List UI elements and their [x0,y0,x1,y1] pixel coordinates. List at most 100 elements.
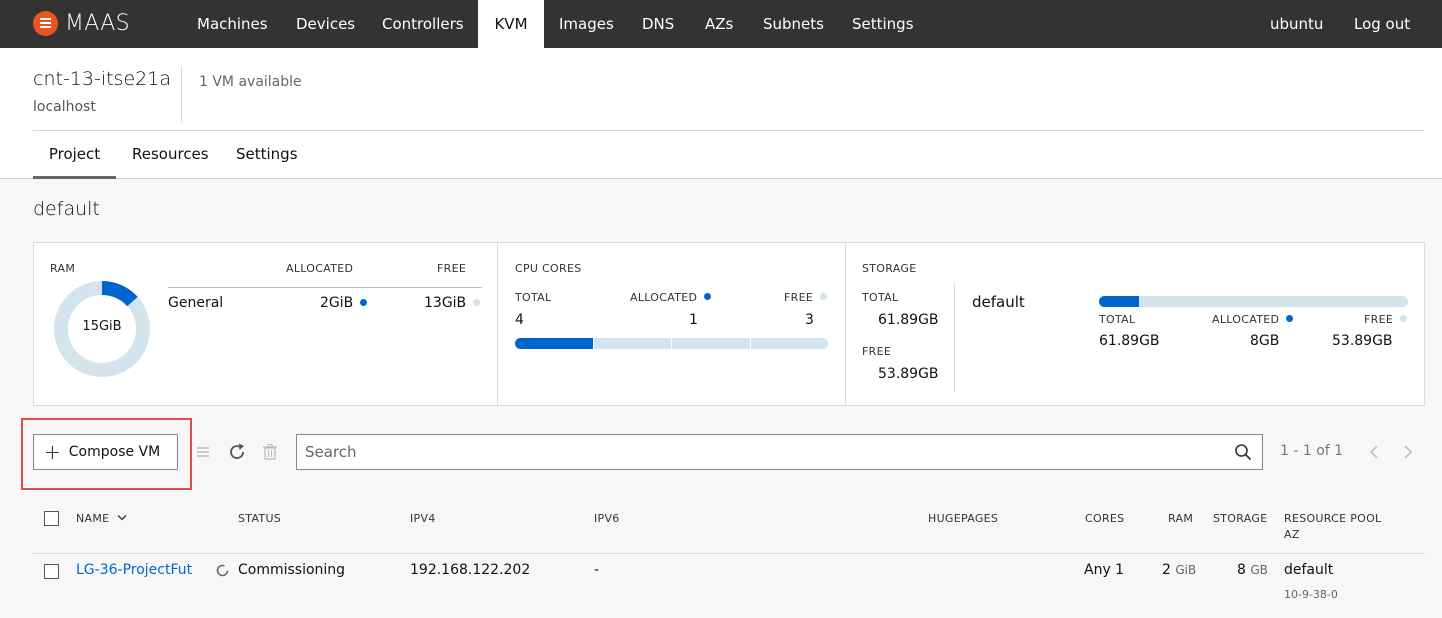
column-header-storage[interactable]: STORAGE [1213,512,1267,525]
refresh-icon[interactable] [226,441,248,463]
chevron-left-icon[interactable] [1367,443,1383,461]
resources-card: RAM 15GiB ALLOCATED FREE General 2GiB 13… [33,242,1425,406]
pool-free-label: FREE [1364,313,1408,326]
storage-allocated-fill [1099,296,1139,307]
spinner-icon [216,564,229,577]
vm-storage: 8 GB [1237,562,1268,578]
actions-menu-icon[interactable] [192,441,214,463]
logout-link[interactable]: Log out [1338,0,1426,48]
ram-table-rule [168,287,482,288]
nav-controllers[interactable]: Controllers [366,0,480,48]
nav-azs[interactable]: AZs [689,0,749,48]
column-header-ipv6[interactable]: IPV6 [594,512,620,525]
storage-total-label: TOTAL [862,291,899,304]
vm-name-link[interactable]: LG-36-ProjectFut [76,562,192,578]
table-header-rule [33,553,1425,554]
cpu-free-value: 3 [805,312,814,328]
card-divider [845,243,846,405]
vm-resource-pool: default [1284,562,1334,578]
nav-subnets[interactable]: Subnets [747,0,840,48]
column-header-hugepages[interactable]: HUGEPAGES [928,512,998,525]
chevron-right-icon[interactable] [1400,443,1416,461]
ram-caption: RAM [50,262,76,275]
cpu-allocated-value: 1 [689,312,698,328]
nav-kvm[interactable]: KVM [478,0,544,48]
maas-logo[interactable]: MAAS [33,11,130,36]
column-header-ipv4[interactable]: IPV4 [410,512,436,525]
tab-project[interactable]: Project [33,131,116,179]
column-header-status[interactable]: STATUS [238,512,281,525]
vm-status: Commissioning [238,562,346,578]
cpu-caption: CPU CORES [515,262,582,275]
compose-vm-label: Compose VM [68,444,161,460]
project-title: default [33,198,100,220]
ram-allocated-value: 2GiB [320,295,368,311]
nav-user[interactable]: ubuntu [1254,0,1339,48]
ram-free-header: FREE [437,262,467,275]
row-checkbox[interactable] [44,564,59,579]
vm-ipv4: 192.168.122.202 [410,562,531,578]
allocated-dot-icon [1286,315,1294,322]
nav-settings[interactable]: Settings [836,0,930,48]
pool-free-value: 53.89GB [1332,333,1393,349]
nav-dns[interactable]: DNS [626,0,690,48]
column-header-name[interactable]: NAME [76,512,128,525]
chevron-down-icon [117,515,127,521]
ram-allocated-header: ALLOCATED [286,262,354,275]
vm-cores: Any 1 [1084,562,1125,578]
maas-logo-icon [33,11,58,36]
vm-ram: 2 GiB [1162,562,1197,578]
cpu-free-label: FREE [784,291,828,304]
nav-devices[interactable]: Devices [280,0,371,48]
column-header-ram[interactable]: RAM [1168,512,1193,525]
select-all-checkbox[interactable] [44,511,59,526]
vm-ipv6: - [594,562,600,578]
column-header-pool[interactable]: RESOURCE POOL [1284,512,1382,525]
ram-free-value: 13GiB [424,295,481,311]
ram-row-label: General [168,295,224,311]
cpu-allocated-fill [515,338,594,349]
cpu-allocated-label: ALLOCATED [630,291,712,304]
storage-caption: STORAGE [862,262,917,275]
pagination-summary: 1 - 1 of 1 [1280,443,1344,459]
compose-vm-button[interactable]: + Compose VM [33,434,178,470]
vm-available-count: 1 VM available [199,74,302,90]
free-dot-icon [473,299,481,306]
tab-settings[interactable]: Settings [236,131,298,179]
cpu-total-value: 4 [515,312,524,328]
search-box [296,434,1263,470]
pod-header: cnt-13-itse21a localhost 1 VM available … [0,48,1442,179]
nav-images[interactable]: Images [543,0,630,48]
vm-az: 10-9-38-0 [1284,588,1338,601]
search-input[interactable] [297,435,1217,469]
header-divider [181,66,182,122]
pool-total-value: 61.89GB [1099,333,1160,349]
storage-free-label: FREE [862,345,892,358]
pool-total-label: TOTAL [1099,313,1136,326]
cpu-total-label: TOTAL [515,291,552,304]
ram-total: 15GiB [82,319,122,334]
delete-icon[interactable] [259,441,281,463]
pool-allocated-label: ALLOCATED [1212,313,1294,326]
nav-machines[interactable]: Machines [181,0,284,48]
pod-host: localhost [33,99,96,115]
plus-icon: + [44,440,61,464]
pool-allocated-value: 8GB [1250,333,1280,349]
top-navbar: MAAS Machines Devices Controllers KVM Im… [0,0,1442,48]
storage-divider [954,283,955,393]
storage-free-value: 53.89GB [878,366,939,382]
pod-name: cnt-13-itse21a [33,68,171,90]
storage-pool-name: default [972,293,1025,311]
brand-name: MAAS [65,11,130,36]
search-icon[interactable] [1234,443,1252,461]
allocated-dot-icon [704,293,712,300]
column-header-az[interactable]: AZ [1284,528,1300,541]
storage-total-value: 61.89GB [878,312,939,328]
tab-resources[interactable]: Resources [132,131,209,179]
free-dot-icon [1400,315,1408,322]
column-header-cores[interactable]: CORES [1085,512,1124,525]
cpu-usage-bar [515,338,828,349]
card-divider [497,243,498,405]
allocated-dot-icon [360,299,368,306]
free-dot-icon [820,293,828,300]
